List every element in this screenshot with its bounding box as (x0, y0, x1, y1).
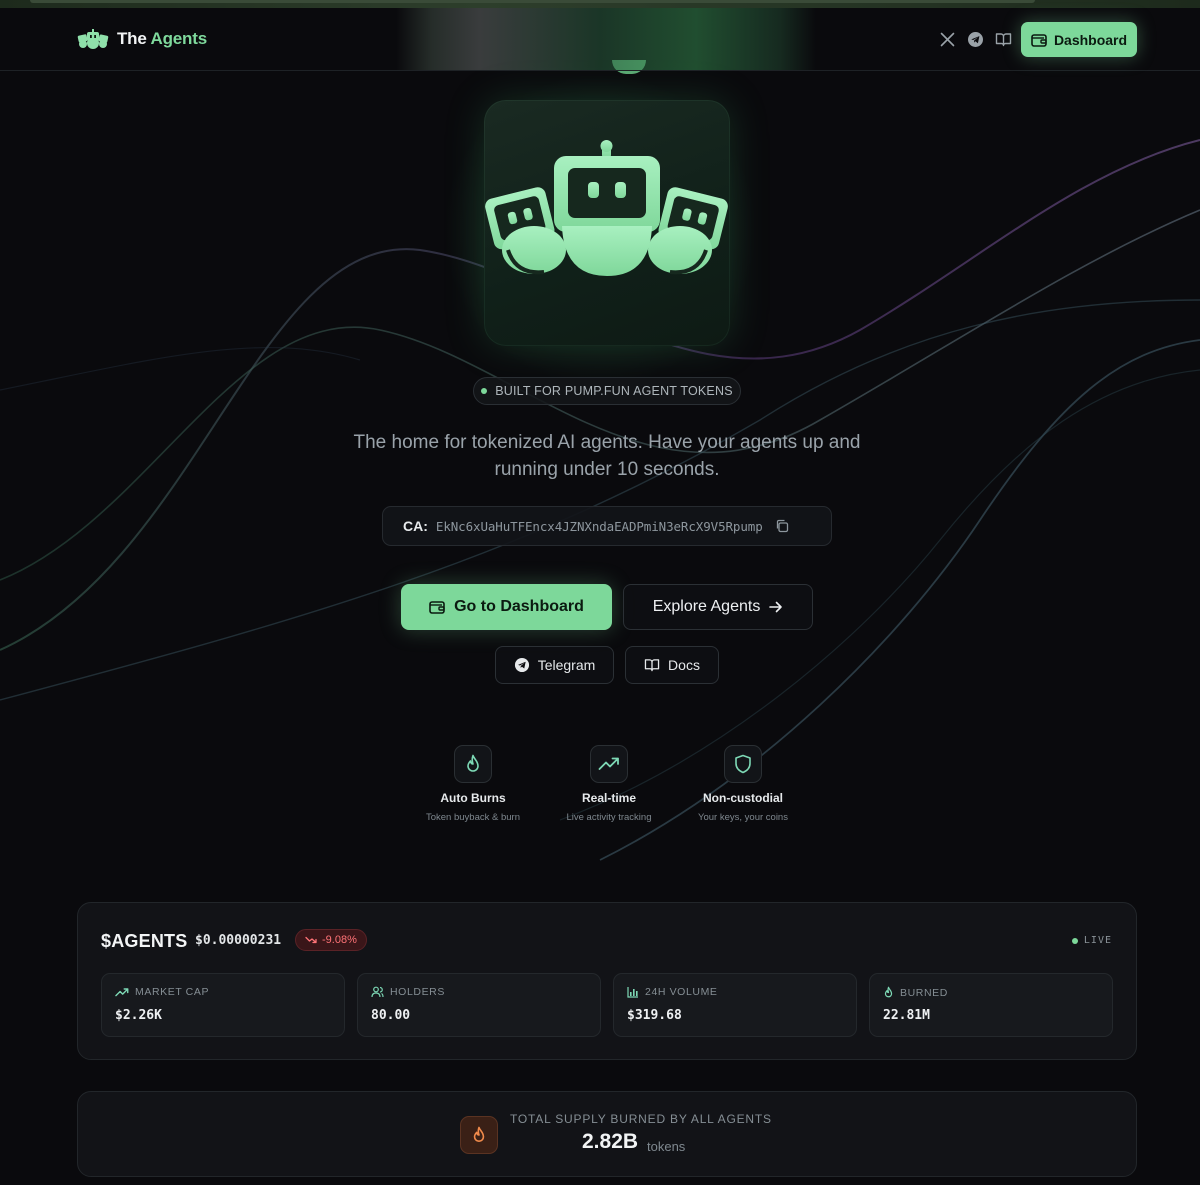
stat-holders: HOLDERS 80.00 (357, 973, 601, 1037)
stat-label: BURNED (900, 986, 948, 999)
price-change-badge: -9.08% (295, 929, 367, 951)
feature-auto-burns: Auto Burns Token buyback & burn (403, 745, 543, 823)
feature-title: Non-custodial (703, 791, 783, 805)
go-to-dashboard-button[interactable]: Go to Dashboard (401, 584, 612, 630)
total-burned-unit: tokens (647, 1139, 686, 1154)
total-burned-value: 2.82B (582, 1130, 639, 1153)
header-social-links (938, 30, 1012, 48)
bar-chart-icon (627, 987, 638, 998)
site-header: The Agents Dashboard (0, 8, 1200, 71)
hero-logo-tile (484, 100, 730, 346)
stat-label: MARKET CAP (135, 986, 210, 998)
live-dot (1071, 937, 1078, 944)
explore-agents-button[interactable]: Explore Agents (623, 584, 813, 630)
total-burned-card: TOTAL SUPPLY BURNED BY ALL AGENTS 2.82B … (77, 1091, 1137, 1177)
stat-value: $2.26K (115, 1008, 162, 1023)
telegram-icon (514, 657, 529, 673)
agents-mascot-icon (485, 140, 728, 276)
stat-value: $319.68 (627, 1008, 682, 1023)
token-price: $0.00000231 (195, 933, 282, 948)
users-icon (371, 986, 384, 998)
feature-subtitle: Your keys, your coins (698, 812, 788, 823)
stat-market-cap: MARKET CAP $2.26K (101, 973, 345, 1037)
docs-button[interactable]: Docs (625, 646, 719, 684)
live-label: LIVE (1083, 935, 1112, 946)
feature-subtitle: Live activity tracking (566, 812, 652, 823)
total-burned-label: TOTAL SUPPLY BURNED BY ALL AGENTS (510, 1112, 772, 1126)
feature-subtitle: Token buyback & burn (425, 812, 520, 823)
browser-top-strip (0, 0, 1200, 8)
telegram-label: Telegram (537, 657, 596, 673)
feature-title: Auto Burns (440, 791, 506, 805)
telegram-icon[interactable] (966, 30, 984, 48)
badge-text: BUILT FOR PUMP.FUN AGENT TOKENS (495, 384, 733, 398)
feature-real-time: Real-time Live activity tracking (539, 745, 679, 823)
hero-badge: BUILT FOR PUMP.FUN AGENT TOKENS (473, 377, 741, 405)
ca-value[interactable]: EkNc6xUaHuTFEncx4JZNXndaEADPmiN3eRcX9V5R… (436, 519, 763, 534)
flame-icon (884, 986, 893, 998)
token-stats-card: $AGENTS $0.00000231 -9.08% LIVE MARKET C… (77, 902, 1137, 1060)
header-dashboard-button[interactable]: Dashboard (1021, 22, 1137, 57)
hero-tagline: The home for tokenized AI agents. Have y… (353, 432, 861, 480)
arrow-right-icon (769, 601, 783, 613)
ca-label: CA: (403, 518, 428, 534)
telegram-button[interactable]: Telegram (495, 646, 614, 684)
shield-icon (724, 745, 762, 783)
badge-dot (481, 388, 488, 394)
brand[interactable]: The Agents (77, 28, 207, 50)
x-icon[interactable] (938, 30, 956, 48)
stat-value: 22.81M (883, 1008, 930, 1023)
book-icon (644, 659, 660, 672)
contract-address-box[interactable]: CA: EkNc6xUaHuTFEncx4JZNXndaEADPmiN3eRcX… (382, 506, 832, 546)
stat-label: 24H VOLUME (645, 986, 718, 998)
book-icon[interactable] (994, 30, 1012, 48)
header-dashboard-label: Dashboard (1053, 31, 1128, 48)
feature-title: Real-time (581, 791, 637, 805)
stat-24h-volume: 24H VOLUME $319.68 (613, 973, 857, 1037)
wallet-icon (429, 601, 445, 614)
flame-icon (454, 745, 492, 783)
stat-burned: BURNED 22.81M (869, 973, 1113, 1037)
brand-name: The Agents (117, 29, 207, 48)
trending-up-icon (590, 745, 628, 783)
flame-icon (460, 1116, 498, 1154)
trending-up-icon (115, 987, 129, 996)
feature-non-custodial: Non-custodial Your keys, your coins (673, 745, 813, 823)
price-change-value: -9.08% (322, 934, 357, 946)
stat-label: HOLDERS (390, 986, 445, 998)
copy-icon[interactable] (775, 519, 789, 533)
wallet-icon (1031, 33, 1047, 47)
trending-down-icon (305, 936, 317, 944)
stat-value: 80.00 (371, 1008, 411, 1023)
token-ticker: $AGENTS (101, 931, 188, 951)
live-indicator: LIVE (1071, 935, 1112, 946)
go-to-dashboard-label: Go to Dashboard (454, 598, 584, 615)
docs-label: Docs (668, 657, 700, 673)
agents-logo-icon (77, 29, 109, 49)
explore-agents-label: Explore Agents (652, 598, 761, 615)
